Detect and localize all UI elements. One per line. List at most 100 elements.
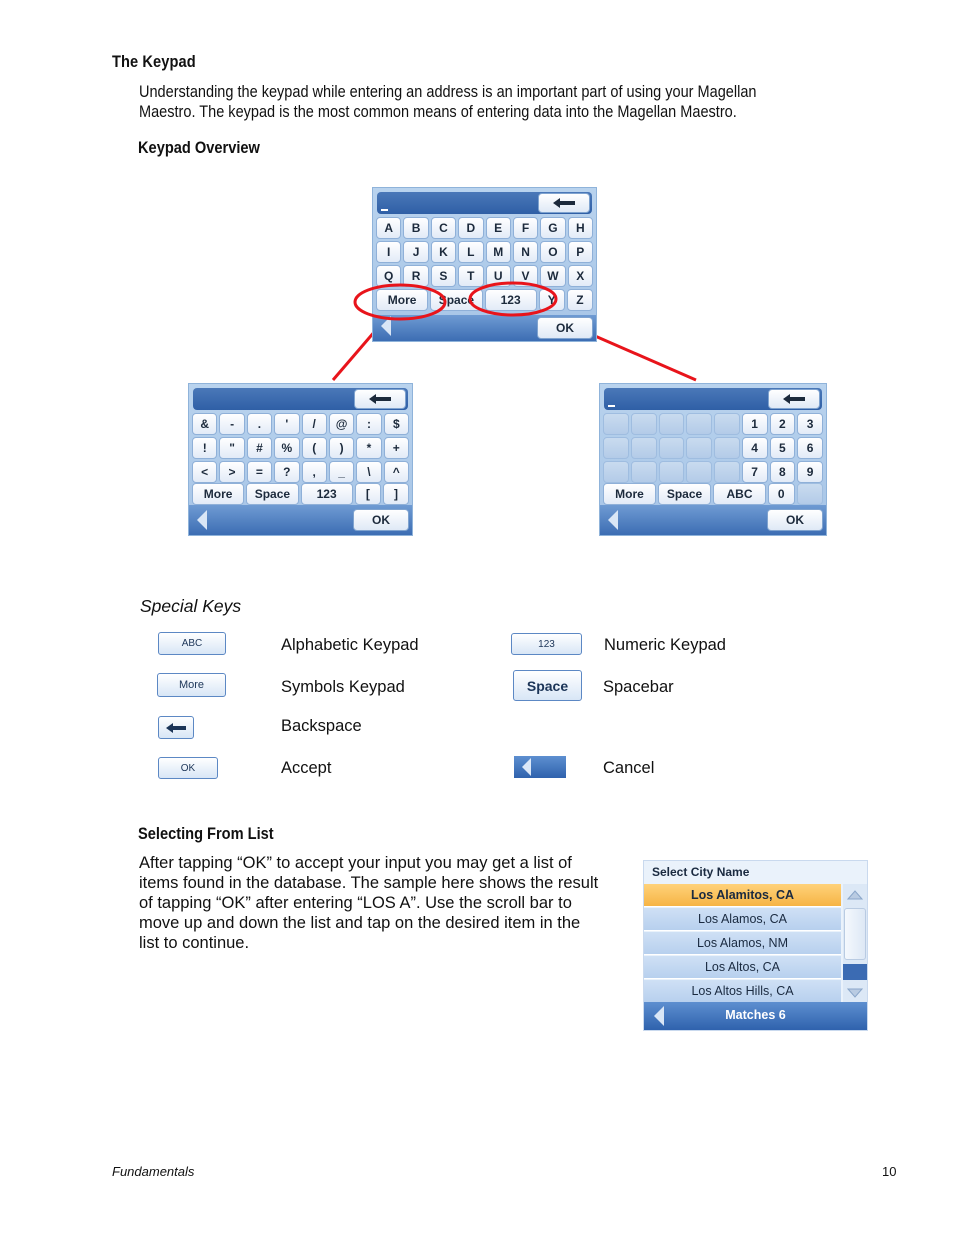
key[interactable]: ! [192,437,218,459]
special-key-description: Backspace [281,717,362,735]
cancel-key-icon [514,756,566,778]
backspace-button[interactable] [768,389,820,409]
backspace-arrow-icon [166,722,186,733]
key-[interactable]: ] [382,483,409,505]
key[interactable]: 1 [741,413,768,435]
key[interactable]: $ [383,413,409,435]
special-key-description: Accept [281,759,332,777]
cancel-back-icon[interactable] [606,509,620,531]
selecting-paragraph: After tapping “OK” to accept your input … [139,853,598,953]
key[interactable]: % [274,437,300,459]
key[interactable]: # [246,437,273,459]
more-key-highlight [353,283,447,321]
key[interactable]: & [192,413,218,435]
key[interactable]: > [219,461,245,483]
key-[interactable]: [ [354,483,381,505]
key-more[interactable]: More [603,483,656,505]
special-key-description: Numeric Keypad [604,636,726,654]
key[interactable]: / [301,413,327,435]
symbols-keypad-screen: & -. ' / @: $! " #%() * + < > =?, _ \ ^ More Space 123[] … [188,383,413,536]
city-list-screen: Select City Name Los Alamitos, CA Los Al… [643,860,868,1031]
list-item[interactable]: Los Alamos, CA [644,908,841,931]
key-more[interactable]: More [192,483,245,505]
list-item[interactable]: Los Alamitos, CA [644,884,841,907]
footer-section: Fundamentals [112,1164,195,1179]
list-item[interactable]: Los Altos, CA [644,956,841,979]
key[interactable]: : [356,413,382,435]
blank-key [686,461,712,483]
numeric-bottom-row: More Space ABC 0 [603,483,823,505]
blank-key [630,461,657,483]
backspace-arrow-icon [783,394,805,404]
space-key-icon: Space [513,670,582,701]
blank-key [603,437,629,459]
key[interactable]: ) [328,437,355,459]
blank-key [686,413,712,435]
abc-key-icon: ABC [158,632,226,655]
symbols-bottom-row: More Space 123[] [192,483,409,505]
keypad-bottom-bar: OK [600,505,826,535]
key[interactable]: 8 [769,461,796,483]
backspace-button[interactable] [354,389,406,409]
key[interactable]: ' [274,413,300,435]
scroll-down-icon[interactable] [843,982,867,1004]
ok-key-icon: OK [158,757,218,779]
key-0[interactable]: 0 [768,483,795,505]
key[interactable]: + [383,437,409,459]
ok-button[interactable]: OK [353,509,409,531]
key[interactable]: 4 [741,437,768,459]
blank-key [630,413,657,435]
key[interactable]: 7 [741,461,768,483]
key[interactable]: 6 [797,437,823,459]
key-space[interactable]: Space [658,483,711,505]
key[interactable]: \ [356,461,382,483]
ok-button[interactable]: OK [767,509,823,531]
blank-key [603,413,629,435]
key[interactable]: 9 [797,461,823,483]
key[interactable]: ( [301,437,327,459]
key[interactable]: ^ [383,461,409,483]
key[interactable]: , [301,461,327,483]
key[interactable]: - [219,413,245,435]
key[interactable]: @ [328,413,355,435]
keypad-input-field[interactable] [604,388,822,410]
key-abc[interactable]: ABC [713,483,766,505]
cancel-back-icon[interactable] [195,509,209,531]
special-key-description: Cancel [603,759,655,777]
scrollbar[interactable] [843,884,867,1004]
special-keys-heading: Special Keys [140,596,242,616]
key-123[interactable]: 123 [300,483,353,505]
list-item[interactable]: Los Alamos, NM [644,932,841,955]
key[interactable]: * [356,437,382,459]
key-space[interactable]: Space [246,483,299,505]
blank-key [796,483,823,505]
blank-key [603,461,629,483]
list-item[interactable]: Los Altos Hills, CA [644,980,841,1003]
list-title: Select City Name [652,865,750,879]
key[interactable]: 3 [797,413,823,435]
backspace-arrow-icon [369,394,391,404]
key[interactable]: 2 [769,413,796,435]
key[interactable]: 5 [769,437,796,459]
key[interactable]: _ [328,461,355,483]
selecting-line: list to continue. [139,934,250,952]
keypad-input-field[interactable] [193,388,408,410]
blank-key [658,437,685,459]
key[interactable]: ? [274,461,300,483]
more-key-icon: More [157,673,226,697]
cancel-triangle-icon [522,758,531,776]
numeric-key-highlight [468,281,558,317]
special-key-description: Symbols Keypad [281,678,405,696]
cursor [608,405,615,407]
backspace-key-icon [158,716,194,739]
key[interactable]: = [246,461,273,483]
special-key-description: Alphabetic Keypad [281,636,419,654]
scroll-thumb[interactable] [844,908,866,960]
scroll-up-icon[interactable] [843,884,867,906]
key[interactable]: < [192,461,218,483]
scroll-track-fill [843,964,867,980]
special-key-description: Spacebar [603,678,674,696]
key[interactable]: " [219,437,245,459]
key[interactable]: . [246,413,273,435]
callout-ellipses [353,281,558,321]
